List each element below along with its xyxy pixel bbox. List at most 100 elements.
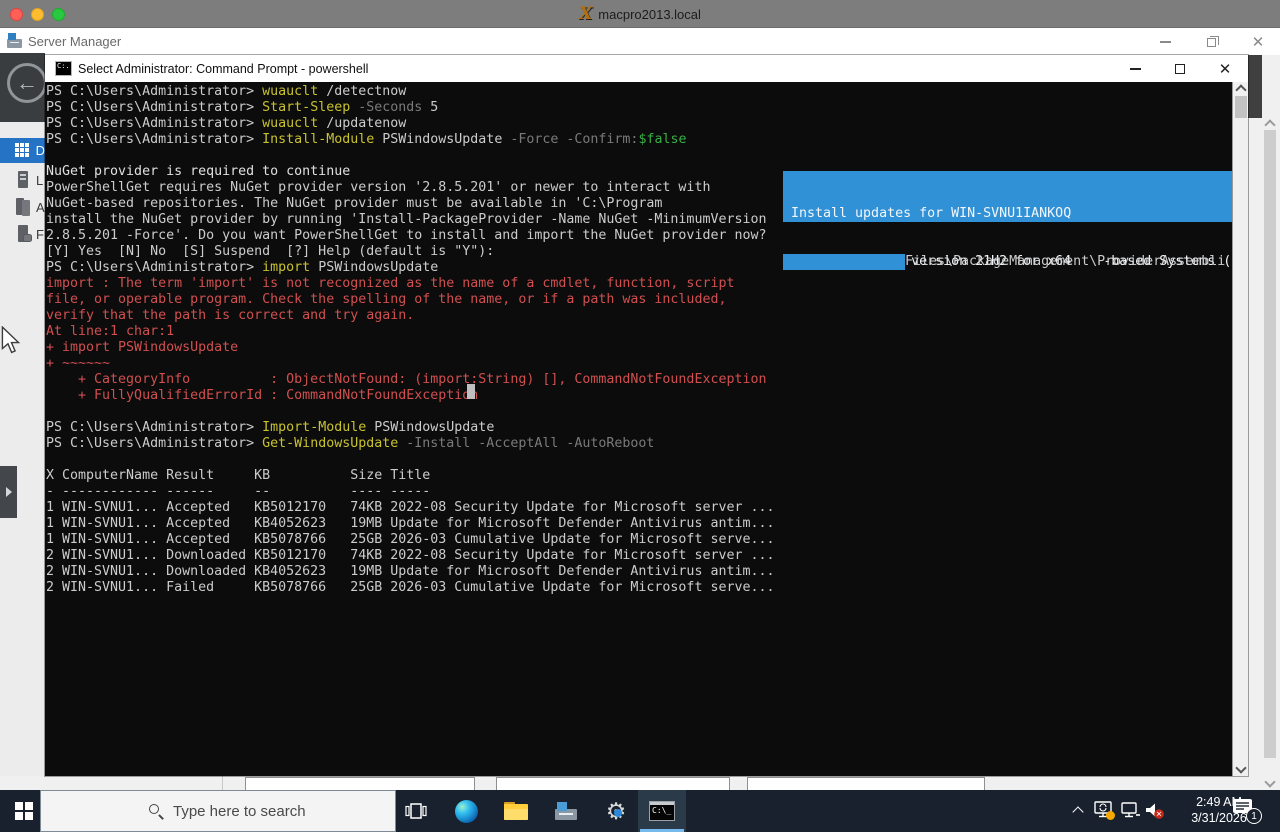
minimize-icon — [1160, 41, 1171, 43]
sidebar-item-label: F — [36, 227, 44, 242]
cmd-minimize-button[interactable] — [1120, 60, 1150, 78]
terminal[interactable]: PS C:\Users\Administrator> wuauclt /dete… — [45, 82, 1232, 776]
server-manager-titlebar: Server Manager ✕ — [0, 28, 1280, 55]
terminal-line: At line:1 char:1 — [46, 324, 775, 340]
close-icon: ✕ — [1219, 60, 1232, 78]
terminal-line: PS C:\Users\Administrator> wuauclt /dete… — [46, 84, 775, 100]
file-explorer-button[interactable] — [493, 790, 539, 832]
task-view-button[interactable] — [393, 790, 439, 832]
update-pending-badge — [1106, 811, 1115, 820]
sm-peek-tile — [245, 777, 475, 790]
x11-icon: X — [579, 6, 592, 23]
close-icon: ✕ — [1252, 33, 1265, 51]
terminal-line: 1 WIN-SVNU1... Accepted KB5078766 25GB 2… — [46, 532, 775, 548]
divider — [222, 776, 223, 790]
action-center-button[interactable]: 1 — [1232, 798, 1262, 824]
settings-button[interactable]: ⚙ — [593, 790, 639, 832]
sm-restore-button[interactable] — [1196, 34, 1226, 50]
dashboard-grid-icon — [15, 143, 31, 159]
sidebar-item-local-server[interactable]: L — [0, 168, 45, 192]
progress-path-text: Files\PackageManagement\ProviderAssembli — [905, 254, 1225, 270]
terminal-line: verify that the path is correct and try … — [46, 308, 775, 324]
window-shadow — [1248, 55, 1262, 118]
back-arrow-icon: ← — [16, 72, 38, 94]
terminal-line: import : The term 'import' is not recogn… — [46, 276, 775, 292]
sidebar-item-file-storage[interactable]: F — [0, 222, 45, 246]
windows-logo-icon — [15, 802, 33, 820]
terminal-line: NuGet provider is required to continue — [46, 164, 775, 180]
sidebar-item-all-servers[interactable]: A — [0, 195, 45, 219]
sm-peek-tile — [747, 777, 985, 790]
sidebar-flyout-tab[interactable] — [0, 466, 17, 518]
terminal-line: + FullyQualifiedErrorId : CommandNotFoun… — [46, 388, 775, 404]
cmd-titlebar[interactable]: C:. Select Administrator: Command Prompt… — [45, 55, 1248, 82]
terminal-line: + CategoryInfo : ObjectNotFound: (import… — [46, 372, 775, 388]
cmd-taskbar-button[interactable]: C:\_ — [638, 790, 686, 832]
scroll-up-icon[interactable] — [1264, 119, 1275, 130]
sm-close-button[interactable]: ✕ — [1243, 34, 1273, 50]
sm-bottom-strip — [0, 776, 1280, 790]
mac-title-group: X macpro2013.local — [0, 0, 1280, 28]
terminal-line: PS C:\Users\Administrator> Start-Sleep -… — [46, 100, 775, 116]
edge-button[interactable] — [443, 790, 489, 832]
cmd-app-icon: C:. — [55, 61, 72, 76]
terminal-cursor — [467, 384, 475, 399]
terminal-line: NuGet-based repositories. The NuGet prov… — [46, 196, 775, 212]
terminal-line: 1 WIN-SVNU1... Accepted KB4052623 19MB U… — [46, 516, 775, 532]
sm-peek-tile — [496, 777, 730, 790]
server-manager-button[interactable] — [543, 790, 589, 832]
terminal-line: file, or operable program. Check the spe… — [46, 292, 775, 308]
sm-scrollbar[interactable] — [1262, 118, 1278, 790]
mac-titlebar: X macpro2013.local — [0, 0, 1280, 28]
progress-selection-block — [783, 254, 905, 270]
tray-expand-icon[interactable] — [1072, 806, 1083, 817]
cmd-window-title: Select Administrator: Command Prompt - p… — [78, 62, 368, 76]
sm-back-zone: ← — [0, 53, 45, 122]
taskbar: ⚙ C:\_ ✕ — [0, 790, 1280, 832]
terminal-line: PS C:\Users\Administrator> Import-Module… — [46, 420, 775, 436]
cmd-close-button[interactable]: ✕ — [1210, 60, 1240, 78]
search-input[interactable] — [173, 791, 388, 831]
cmd-icon: C:\_ — [649, 801, 675, 821]
server-manager-icon — [6, 33, 23, 49]
terminal-line — [46, 148, 775, 164]
sm-scrollbar-thumb[interactable] — [1264, 130, 1276, 758]
scroll-down-icon[interactable] — [1235, 762, 1246, 773]
terminal-line: 2 WIN-SVNU1... Downloaded KB4052623 19MB… — [46, 564, 775, 580]
task-view-icon — [405, 801, 427, 821]
system-tray: ✕ 2:49 AM 3/31/2026 1 — [1060, 790, 1280, 832]
minimize-icon — [1130, 68, 1141, 70]
sidebar-item-label: A — [36, 200, 45, 215]
edge-icon — [455, 800, 478, 823]
terminal-line: 2 WIN-SVNU1... Failed KB5078766 25GB 202… — [46, 580, 775, 596]
cmd-maximize-button[interactable] — [1165, 60, 1195, 78]
screen: X macpro2013.local Server Manager ✕ ← D … — [0, 0, 1280, 832]
progress-row-4: Files\PackageManagement\ProviderAssembli — [783, 254, 1232, 270]
taskbar-search[interactable] — [40, 790, 396, 832]
scroll-up-icon[interactable] — [1235, 84, 1246, 95]
flyout-arrow-icon — [6, 487, 12, 497]
mouse-cursor — [1, 326, 21, 355]
cmd-scrollbar[interactable] — [1232, 82, 1248, 776]
terminal-line: PS C:\Users\Administrator> Install-Modul… — [46, 132, 775, 148]
sm-minimize-button[interactable] — [1150, 34, 1180, 50]
notification-badge: 1 — [1246, 808, 1262, 824]
sidebar-item-label: D — [36, 143, 45, 158]
terminal-line: 2.8.5.201 -Force'. Do you want PowerShel… — [46, 228, 775, 244]
back-button[interactable]: ← — [7, 63, 47, 103]
sidebar-item-dashboard[interactable]: D — [0, 138, 45, 163]
cmd-window: C:. Select Administrator: Command Prompt… — [45, 55, 1248, 776]
terminal-line: [Y] Yes [N] No [S] Suspend [?] Help (def… — [46, 244, 775, 260]
cmd-scrollbar-thumb[interactable] — [1235, 96, 1247, 118]
search-icon — [149, 804, 165, 820]
network-tray-icon[interactable] — [1120, 801, 1142, 821]
server-disk-icon — [16, 225, 31, 243]
terminal-line: + import PSWindowsUpdate — [46, 340, 775, 356]
windows-update-tray-icon[interactable] — [1094, 801, 1116, 821]
terminal-line: PowerShellGet requires NuGet provider ve… — [46, 180, 775, 196]
restore-icon — [1207, 38, 1216, 47]
gear-icon: ⚙ — [606, 800, 627, 823]
terminal-line: 1 WIN-SVNU1... Accepted KB5012170 74KB 2… — [46, 500, 775, 516]
scroll-down-icon[interactable] — [1264, 776, 1275, 787]
terminal-line — [46, 404, 775, 420]
